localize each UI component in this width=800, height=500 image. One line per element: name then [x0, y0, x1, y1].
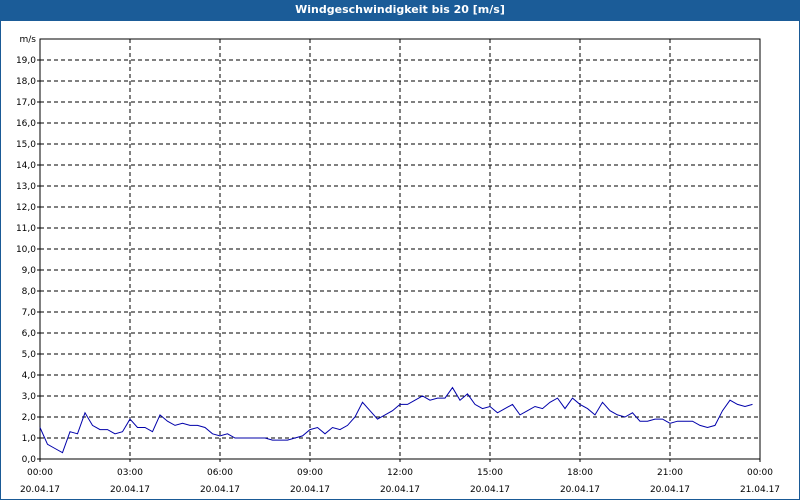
wind-speed-series-line [39, 386, 753, 454]
chart-title: Windgeschwindigkeit bis 20 [m/s] [0, 0, 800, 21]
y-tick-label: 4,0 [22, 371, 37, 381]
x-tick-date-label: 20.04.17 [290, 485, 330, 495]
y-tick-label: 9,0 [22, 266, 37, 276]
y-axis-unit-label: m/s [20, 35, 37, 45]
x-tick-time-label: 00:00 [27, 468, 53, 478]
x-tick-date-label: 20.04.17 [380, 485, 420, 495]
x-tick-time-label: 15:00 [477, 468, 503, 478]
x-tick-time-label: 06:00 [207, 468, 233, 478]
x-tick-date-label: 21.04.17 [740, 485, 780, 495]
x-tick-time-label: 03:00 [117, 468, 143, 478]
y-tick-label: 11,0 [16, 224, 36, 234]
y-tick-label: 14,0 [16, 161, 36, 171]
x-tick-date-label: 20.04.17 [560, 485, 600, 495]
x-tick-date-label: 20.04.17 [110, 485, 150, 495]
y-tick-label: 8,0 [22, 287, 37, 297]
y-tick-label: 2,0 [22, 413, 37, 423]
y-tick-label: 10,0 [16, 245, 36, 255]
x-tick-date-label: 20.04.17 [470, 485, 510, 495]
y-tick-label: 0,0 [22, 455, 37, 465]
y-tick-label: 5,0 [22, 350, 37, 360]
y-tick-label: 7,0 [22, 308, 37, 318]
y-tick-label: 16,0 [16, 119, 36, 129]
x-tick-time-label: 18:00 [567, 468, 593, 478]
y-tick-label: 13,0 [16, 182, 36, 192]
y-tick-label: 12,0 [16, 203, 36, 213]
y-tick-label: 19,0 [16, 56, 36, 66]
y-tick-label: 3,0 [22, 392, 37, 402]
y-tick-label: 17,0 [16, 98, 36, 108]
x-tick-date-label: 20.04.17 [20, 485, 60, 495]
x-tick-date-label: 20.04.17 [200, 485, 240, 495]
x-tick-time-label: 00:00 [747, 468, 773, 478]
y-tick-label: 15,0 [16, 140, 36, 150]
y-tick-label: 6,0 [22, 329, 37, 339]
wind-speed-chart: 0,0 1,0 2,0 3,0 4,0 5,0 6,0 7,0 8,0 9,0 10,0 11,0 12… [16, 35, 780, 495]
y-tick-label: 18,0 [16, 77, 36, 87]
x-tick-time-label: 09:00 [297, 468, 323, 478]
x-tick-time-label: 21:00 [657, 468, 683, 478]
x-tick-date-label: 20.04.17 [650, 485, 690, 495]
y-tick-label: 1,0 [22, 434, 37, 444]
x-tick-time-label: 12:00 [387, 468, 413, 478]
